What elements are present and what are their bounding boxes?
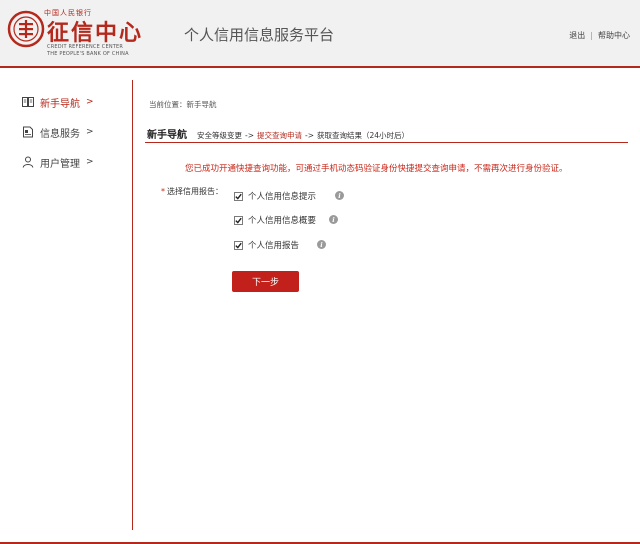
report-option-credit-report: 个人信用报告 i [234,239,326,251]
report-option-credit-summary: 个人信用信息概要 i [234,214,338,226]
info-icon[interactable]: i [317,240,326,249]
top-links: 退出 | 帮助中心 [569,30,630,41]
step-submit-query: 提交查询申请 [257,131,302,140]
document-icon [23,126,33,138]
header: 中国人民银行 征信中心 CREDIT REFERENCE CENTER THE … [0,0,640,66]
site-title: 个人信用信息服务平台 [184,26,335,44]
guide-steps: 新手导航 安全等级变更 -> 提交查询申请 -> 获取查询结果（24小时后） [147,126,409,141]
header-divider [0,66,640,68]
info-icon[interactable]: i [329,215,338,224]
next-step-button[interactable]: 下一步 [232,271,299,292]
sidebar-item-label: 新手导航 [40,98,80,110]
top-links-separator: | [590,31,593,40]
checkmark-icon [235,217,242,224]
credit-tips-checkbox[interactable] [234,191,243,201]
logout-link[interactable]: 退出 [569,31,585,40]
select-report-label-text: 选择信用报告： [167,187,223,196]
user-icon [22,156,34,168]
logo-english-line1: CREDIT REFERENCE CENTER [47,44,124,50]
success-notice: 您已成功开通快捷查询功能，可通过手机动态码验证身份快捷提交查询申请，不需再次进行… [185,164,568,174]
steps-title: 新手导航 [147,130,187,141]
report-option-credit-tips: 个人信用信息提示 i [234,190,344,202]
checkmark-icon [235,193,242,200]
logo-english-line2: THE PEOPLE'S BANK OF CHINA [47,51,129,57]
option-label: 个人信用报告 [248,241,300,251]
credit-summary-checkbox[interactable] [234,215,243,225]
step-security-level: 安全等级变更 [197,131,242,140]
chevron-right-icon: > [86,97,94,107]
sidebar-item-newbie-guide[interactable]: 新手导航 > [22,94,94,110]
checkmark-icon [235,242,242,249]
sidebar-item-info-service[interactable]: 信息服务 > [22,124,94,140]
credit-report-checkbox[interactable] [234,240,243,250]
select-report-label: * 选择信用报告： [161,186,223,197]
credit-center-logo-icon [7,10,45,48]
info-icon[interactable]: i [335,191,344,200]
help-center-link[interactable]: 帮助中心 [598,31,630,40]
logo-main-text: 征信中心 [47,20,144,46]
steps-divider [145,142,628,143]
sidebar-divider [132,80,133,530]
book-icon [22,97,34,107]
step-arrow: -> [245,131,254,140]
step-get-result: 获取查询结果（24小时后） [317,131,410,140]
chevron-right-icon: > [86,127,94,137]
required-mark: * [161,187,165,196]
sidebar-item-label: 用户管理 [40,158,80,170]
step-arrow: -> [305,131,314,140]
sidebar-item-label: 信息服务 [40,128,80,140]
chevron-right-icon: > [86,157,94,167]
breadcrumb: 当前位置：新手导航 [149,100,217,109]
sidebar-item-user-management[interactable]: 用户管理 > [22,154,94,170]
option-label: 个人信用信息提示 [248,192,317,202]
option-label: 个人信用信息概要 [248,216,317,226]
